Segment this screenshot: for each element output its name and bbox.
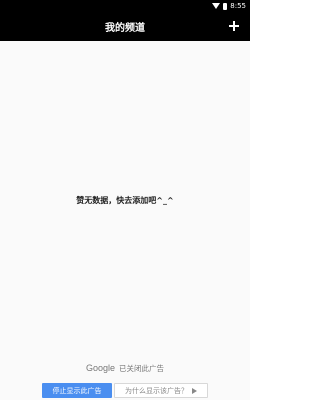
google-logo: Google (85, 363, 116, 373)
plus-icon (229, 21, 239, 31)
why-this-ad-label: 为什么显示该广告？ (125, 386, 188, 395)
channel-list-area: 赞无数据，快去添加吧^_^ (0, 41, 250, 358)
stop-showing-ad-label: 停止显示此广告 (52, 386, 102, 395)
ad-closed-text: 已关闭此广告 (119, 363, 165, 373)
page-title: 我的频道 (105, 23, 145, 34)
app-bar: 我的频道 (0, 12, 250, 41)
ad-actions: 停止显示此广告 为什么显示该广告？ (0, 383, 250, 398)
add-channel-button[interactable] (226, 18, 242, 34)
wifi-icon (212, 3, 221, 9)
adchoices-icon (192, 387, 197, 394)
status-bar: 8:55 (0, 0, 250, 12)
screen: 8:55 我的频道 赞无数据，快去添加吧^_^ Google 已关闭此广告 停止… (0, 0, 250, 400)
empty-state-message: 赞无数据，快去添加吧^_^ (76, 196, 174, 205)
stop-showing-ad-button[interactable]: 停止显示此广告 (42, 383, 112, 398)
ad-closed-notice: Google 已关闭此广告 (0, 362, 250, 374)
battery-icon (223, 2, 228, 10)
status-time: 8:55 (230, 2, 246, 10)
why-this-ad-button[interactable]: 为什么显示该广告？ (114, 383, 208, 398)
